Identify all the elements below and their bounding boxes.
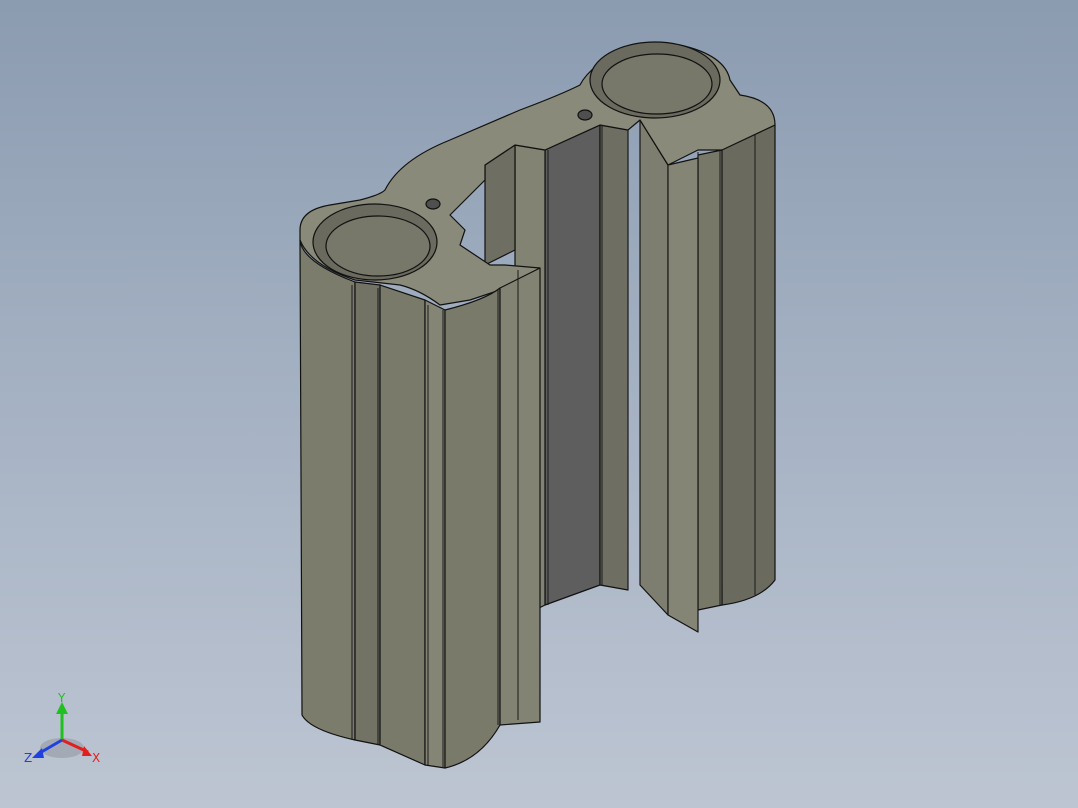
left-lobe-groove xyxy=(354,281,381,746)
left-lobe-right xyxy=(444,287,501,769)
coordinate-triad: Y X Z xyxy=(20,690,110,770)
left-lobe-flange xyxy=(499,267,541,726)
center-recess xyxy=(544,124,601,606)
left-bore-inner xyxy=(325,215,431,277)
x-axis-label: X xyxy=(92,751,100,765)
left-lobe-left xyxy=(299,239,356,741)
hole-right xyxy=(577,109,593,121)
z-axis-label: Z xyxy=(24,751,32,765)
center-recess-wall xyxy=(599,124,629,591)
hole-left xyxy=(425,198,441,210)
triad-icon: Y X Z xyxy=(24,691,100,765)
y-axis-label: Y xyxy=(57,691,66,705)
right-bore-inner xyxy=(601,53,713,115)
extrusion-model[interactable] xyxy=(0,0,1078,808)
graphics-viewport[interactable]: Y X Z xyxy=(0,0,1078,808)
right-lobe-front xyxy=(697,149,723,611)
left-lobe-mid xyxy=(379,284,426,766)
center-rib xyxy=(639,119,669,616)
slot-wall-inner xyxy=(484,144,516,266)
center-rib-2 xyxy=(667,157,699,633)
right-lobe-side xyxy=(719,124,776,606)
